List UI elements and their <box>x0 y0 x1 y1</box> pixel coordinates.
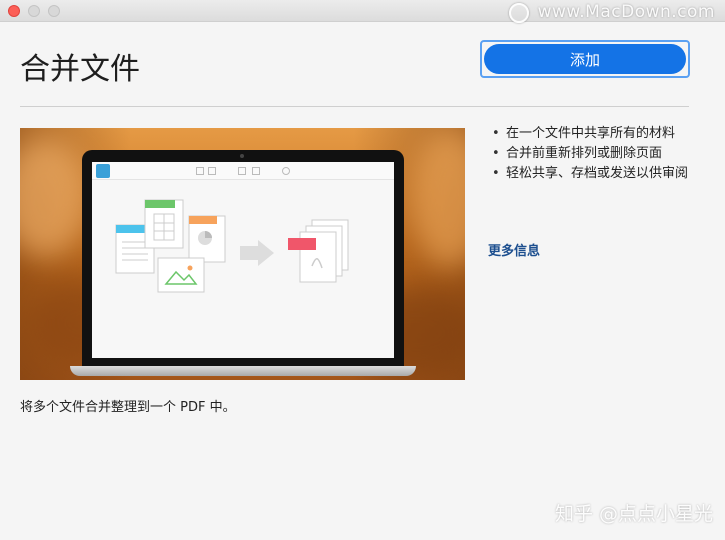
gear-icon <box>282 167 290 175</box>
feature-item: 轻松共享、存档或发送以供审阅 <box>488 164 693 184</box>
merge-diagram <box>115 199 349 293</box>
zoom-window-button[interactable] <box>48 5 60 17</box>
acrobat-logo-icon <box>96 164 110 178</box>
file-icon <box>196 167 204 175</box>
feature-list: 在一个文件中共享所有的材料 合并前重新排列或删除页面 轻松共享、存档或发送以供审… <box>488 124 693 184</box>
hero-illustration <box>20 128 465 380</box>
feature-item: 合并前重新排列或删除页面 <box>488 144 693 164</box>
image-file-icon <box>157 257 205 293</box>
header-divider <box>20 106 689 107</box>
page-title: 合并文件 <box>20 52 140 87</box>
camera-dot <box>240 154 244 158</box>
add-button-focus-ring: 添加 <box>480 40 690 78</box>
laptop-screen <box>82 150 404 368</box>
trash-icon <box>208 167 216 175</box>
app-screen-preview <box>92 162 394 358</box>
close-window-button[interactable] <box>8 5 20 17</box>
watermark-top: www.MacDown.com <box>537 2 715 22</box>
add-button[interactable]: 添加 <box>484 44 686 74</box>
laptop-base <box>70 366 416 376</box>
watermark-bottom: 知乎 @点点小星光 <box>554 503 713 525</box>
feature-item: 在一个文件中共享所有的材料 <box>488 124 693 144</box>
more-info-link[interactable]: 更多信息 <box>488 240 540 259</box>
description-text: 将多个文件合并整理到一个 PDF 中。 <box>20 400 236 415</box>
presentation-icon <box>188 215 226 263</box>
merge-files-window: www.MacDown.com 合并文件 添加 将多个文件合并整理到一个 PDF… <box>0 0 725 540</box>
grid-icon <box>238 167 246 175</box>
pdf-icon <box>288 219 349 283</box>
list-icon <box>252 167 260 175</box>
title-bar: www.MacDown.com <box>0 0 725 23</box>
app-toolbar-preview <box>92 162 394 180</box>
minimize-window-button[interactable] <box>28 5 40 17</box>
right-arrow-icon <box>240 240 274 266</box>
watermark-logo-icon <box>509 3 529 23</box>
spreadsheet-icon <box>144 199 184 249</box>
